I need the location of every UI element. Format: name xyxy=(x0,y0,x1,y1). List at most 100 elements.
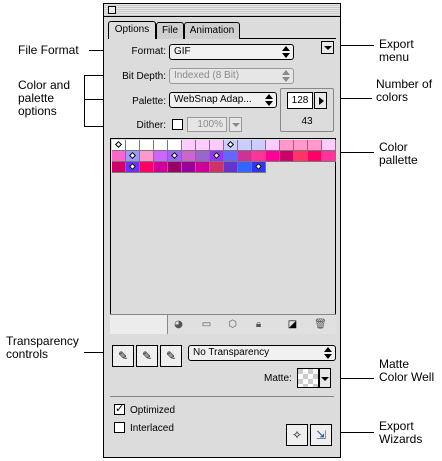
tab-divider xyxy=(240,38,336,39)
color-count: 43 xyxy=(301,116,313,127)
websafe-marker-icon xyxy=(226,140,235,149)
color-swatch[interactable] xyxy=(112,140,126,151)
color-swatch[interactable] xyxy=(210,151,224,162)
format-select[interactable]: GIF xyxy=(169,44,294,60)
palette-label: Palette: xyxy=(132,96,166,107)
bit-depth-value: Indexed (8 Bit) xyxy=(174,70,240,81)
transparency-select[interactable]: No Transparency xyxy=(188,345,336,361)
color-swatch[interactable] xyxy=(182,151,196,162)
color-swatch[interactable] xyxy=(280,151,294,162)
matte-color-well[interactable] xyxy=(297,368,319,388)
color-swatch[interactable] xyxy=(252,140,266,151)
color-swatch[interactable] xyxy=(168,151,182,162)
websafe-marker-icon xyxy=(254,162,263,171)
eyedropper-add-icon[interactable]: ✎ xyxy=(136,345,158,367)
color-swatch[interactable] xyxy=(154,140,168,151)
callout-export-menu: Export menu xyxy=(379,37,414,64)
matte-label: Matte: xyxy=(264,373,292,384)
optimize-panel: Options File Animation Format: GIF Bit D… xyxy=(103,3,341,458)
export-wizard-icon[interactable]: ✧ xyxy=(286,424,308,446)
callout-color-palette-options: Color and palette options xyxy=(18,78,71,118)
color-swatch[interactable] xyxy=(182,162,196,173)
bit-depth-select[interactable]: Indexed (8 Bit) xyxy=(169,68,294,84)
matte-menu[interactable] xyxy=(319,368,331,388)
tab-file[interactable]: File xyxy=(156,22,184,39)
color-swatch[interactable] xyxy=(224,140,238,151)
transparency-value: No Transparency xyxy=(193,347,270,358)
color-swatch[interactable] xyxy=(252,162,266,173)
color-swatch[interactable] xyxy=(112,162,126,173)
callout-transparency-controls: Transparency controls xyxy=(6,334,79,361)
color-swatch[interactable] xyxy=(322,151,336,162)
number-of-colors-menu[interactable] xyxy=(314,92,327,109)
color-wheel-icon[interactable]: ◕ xyxy=(172,318,185,331)
color-swatch[interactable] xyxy=(154,162,168,173)
color-swatch[interactable] xyxy=(140,140,154,151)
interlaced-checkbox[interactable] xyxy=(114,422,125,433)
color-swatch[interactable] xyxy=(140,162,154,173)
callout-matte-color-well: Matte Color Well xyxy=(379,357,435,384)
color-swatch[interactable] xyxy=(140,151,154,162)
palette-status xyxy=(110,315,168,334)
chevron-down-icon xyxy=(324,46,332,50)
chevron-down-icon xyxy=(321,377,329,381)
color-swatch[interactable] xyxy=(294,151,308,162)
color-swatch[interactable] xyxy=(322,140,336,151)
export-menu-button[interactable] xyxy=(321,41,334,54)
new-color-icon[interactable]: ◪ xyxy=(286,318,299,331)
number-of-colors-field[interactable]: 128 xyxy=(287,92,313,109)
dither-amount-field[interactable]: 100% xyxy=(187,117,227,132)
color-swatch[interactable] xyxy=(280,140,294,151)
eyedropper-subtract-icon[interactable]: ✎ xyxy=(160,345,182,367)
color-swatch[interactable] xyxy=(196,140,210,151)
websafe-marker-icon xyxy=(170,151,179,160)
color-swatch[interactable] xyxy=(266,140,280,151)
color-swatch[interactable] xyxy=(308,140,322,151)
color-swatch[interactable] xyxy=(126,140,140,151)
color-swatch[interactable] xyxy=(182,140,196,151)
color-swatch[interactable] xyxy=(238,151,252,162)
tab-animation[interactable]: Animation xyxy=(184,22,240,39)
palette-value: WebSnap Adap... xyxy=(174,94,252,105)
color-swatch[interactable] xyxy=(238,140,252,151)
panel-titlebar[interactable] xyxy=(104,4,340,17)
color-swatch[interactable] xyxy=(196,162,210,173)
color-swatch[interactable] xyxy=(294,140,308,151)
color-swatch[interactable] xyxy=(224,162,238,173)
websafe-marker-icon xyxy=(212,151,221,160)
web-snap-icon[interactable]: ⬡ xyxy=(226,318,239,331)
color-swatch[interactable] xyxy=(252,151,266,162)
callout-line xyxy=(84,75,85,127)
color-palette-area[interactable] xyxy=(110,138,336,334)
websafe-marker-icon xyxy=(128,151,137,160)
color-swatch[interactable] xyxy=(196,151,210,162)
color-swatch[interactable] xyxy=(154,151,168,162)
bit-depth-label: Bit Depth: xyxy=(122,71,166,82)
palette-select[interactable]: WebSnap Adap... xyxy=(169,92,277,108)
color-swatch[interactable] xyxy=(168,140,182,151)
callout-color-pallette: Color pallette xyxy=(379,140,418,167)
color-swatch[interactable] xyxy=(238,162,252,173)
color-swatch[interactable] xyxy=(112,151,126,162)
color-swatch[interactable] xyxy=(224,151,238,162)
format-label: Format: xyxy=(131,46,166,57)
divider xyxy=(110,396,334,397)
dither-checkbox[interactable] xyxy=(172,119,183,130)
eyedropper-select-icon[interactable]: ✎ xyxy=(112,345,134,367)
color-swatch[interactable] xyxy=(168,162,182,173)
color-swatch[interactable] xyxy=(266,151,280,162)
color-swatch[interactable] xyxy=(308,151,322,162)
lock-icon[interactable]: 🔒︎ xyxy=(252,318,265,331)
color-swatch[interactable] xyxy=(126,162,140,173)
tab-options[interactable]: Options xyxy=(108,21,156,39)
close-box-icon[interactable] xyxy=(108,6,116,14)
dither-amount-menu[interactable] xyxy=(229,117,242,132)
chevron-down-icon xyxy=(232,123,240,127)
transparent-icon[interactable]: ▭ xyxy=(200,318,213,331)
export-area-icon[interactable]: ⇲ xyxy=(310,424,332,446)
color-swatch[interactable] xyxy=(210,162,224,173)
color-swatch[interactable] xyxy=(126,151,140,162)
optimized-checkbox[interactable] xyxy=(114,402,125,415)
color-swatch[interactable] xyxy=(210,140,224,151)
trash-icon[interactable]: 🗑︎ xyxy=(314,318,327,331)
